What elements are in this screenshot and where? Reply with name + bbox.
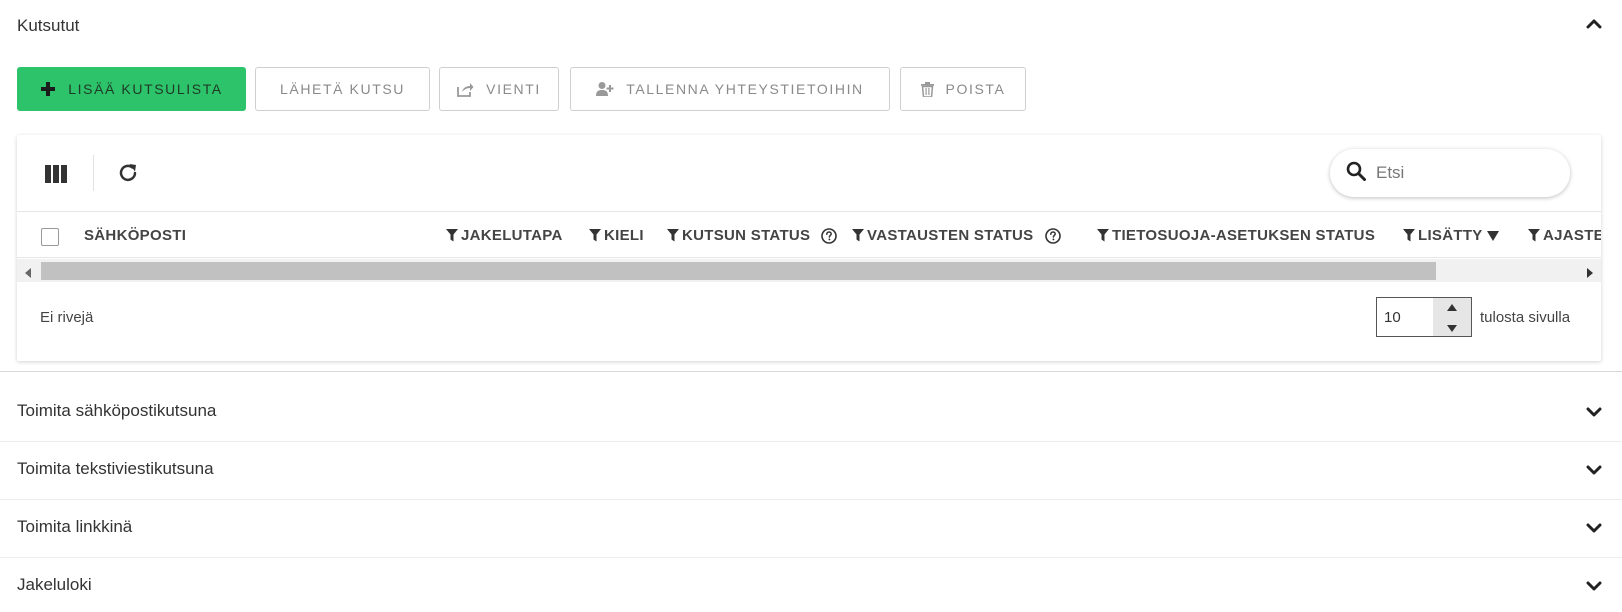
column-label: KUTSUN STATUS xyxy=(682,227,811,244)
column-label: SÄHKÖPOSTI xyxy=(84,227,187,244)
column-label: JAKELUTAPA xyxy=(461,227,563,244)
page-size-stepper[interactable] xyxy=(1376,297,1472,337)
invited-table-card: SÄHKÖPOSTI JAKELUTAPA KIELI KUTSUN STATU… xyxy=(17,135,1601,361)
section-title: Kutsutut xyxy=(17,16,80,35)
filter-icon[interactable] xyxy=(589,229,601,242)
send-invite-button[interactable]: LÄHETÄ KUTSU xyxy=(255,67,430,111)
search-input[interactable] xyxy=(1376,163,1556,183)
sort-desc-icon[interactable] xyxy=(1486,230,1499,241)
table-header: SÄHKÖPOSTI JAKELUTAPA KIELI KUTSUN STATU… xyxy=(17,211,1601,258)
filter-icon[interactable] xyxy=(1528,229,1540,242)
filter-icon[interactable] xyxy=(852,229,864,242)
filter-icon[interactable] xyxy=(1403,229,1415,242)
chevron-down-icon[interactable] xyxy=(1586,520,1602,536)
accordion-title: Jakeluloki xyxy=(17,575,92,594)
chevron-down-icon[interactable] xyxy=(1586,578,1602,594)
trash-icon xyxy=(920,81,934,97)
scroll-left-arrow-icon[interactable] xyxy=(25,265,31,283)
column-label: VASTAUSTEN STATUS xyxy=(867,227,1034,244)
invited-section: Kutsutut LISÄÄ KUTSULISTA LÄHETÄ KUTSU V… xyxy=(0,0,1622,372)
plus-icon xyxy=(40,81,56,97)
empty-rows-text: Ei rivejä xyxy=(40,309,94,326)
accordion-title: Toimita sähköpostikutsuna xyxy=(17,401,217,420)
chevron-down-icon[interactable] xyxy=(1586,462,1602,478)
column-privacy-status[interactable]: TIETOSUOJA-ASETUKSEN STATUS xyxy=(1097,212,1376,257)
page-size-input[interactable] xyxy=(1378,299,1434,335)
accordion-title: Toimita linkkinä xyxy=(17,517,133,536)
column-language[interactable]: KIELI xyxy=(589,212,644,257)
column-label: LISÄTTY xyxy=(1418,227,1483,244)
refresh-icon[interactable] xyxy=(117,162,139,189)
column-label: KIELI xyxy=(604,227,644,244)
scroll-right-arrow-icon[interactable] xyxy=(1587,265,1593,283)
accordion-title: Toimita tekstiviestikutsuna xyxy=(17,459,214,478)
page-size-spinner[interactable] xyxy=(1433,298,1471,336)
add-list-label: LISÄÄ KUTSULISTA xyxy=(68,81,223,97)
delete-button[interactable]: POISTA xyxy=(900,67,1026,111)
send-invite-label: LÄHETÄ KUTSU xyxy=(280,81,405,97)
export-button[interactable]: VIENTI xyxy=(439,67,559,111)
help-icon[interactable] xyxy=(1044,227,1061,244)
select-all-checkbox[interactable] xyxy=(41,228,59,246)
column-email[interactable]: SÄHKÖPOSTI xyxy=(84,212,187,257)
column-label: TIETOSUOJA-ASETUKSEN STATUS xyxy=(1112,227,1376,244)
filter-icon[interactable] xyxy=(667,229,679,242)
export-label: VIENTI xyxy=(486,81,541,97)
search-box[interactable] xyxy=(1330,149,1570,197)
search-icon xyxy=(1346,161,1366,186)
add-list-button[interactable]: LISÄÄ KUTSULISTA xyxy=(17,67,246,111)
toolbar-divider xyxy=(93,155,94,191)
delete-label: POISTA xyxy=(945,81,1006,97)
columns-icon[interactable] xyxy=(45,165,67,188)
chevron-up-icon[interactable] xyxy=(1586,16,1602,32)
help-icon[interactable] xyxy=(821,227,838,244)
chevron-down-icon[interactable] xyxy=(1586,404,1602,420)
save-contacts-button[interactable]: TALLENNA YHTEYSTIETOIHIN xyxy=(570,67,890,111)
save-contacts-label: TALLENNA YHTEYSTIETOIHIN xyxy=(626,81,864,97)
accordion-distribution-log[interactable]: Jakeluloki xyxy=(0,558,1622,612)
column-invite-status[interactable]: KUTSUN STATUS xyxy=(667,212,838,257)
column-distribution[interactable]: JAKELUTAPA xyxy=(446,212,563,257)
accordion-email-invite[interactable]: Toimita sähköpostikutsuna xyxy=(0,384,1622,442)
filter-icon[interactable] xyxy=(1097,229,1109,242)
column-added[interactable]: LISÄTTY xyxy=(1403,212,1499,257)
share-icon xyxy=(457,82,474,97)
column-scheduled[interactable]: AJASTETTU xyxy=(1528,212,1601,257)
accordion-sms-invite[interactable]: Toimita tekstiviestikutsuna xyxy=(0,442,1622,500)
scrollbar-thumb[interactable] xyxy=(41,262,1436,280)
per-page-label: tulosta sivulla xyxy=(1480,309,1571,326)
add-user-icon xyxy=(596,81,614,97)
horizontal-scrollbar[interactable] xyxy=(17,259,1601,282)
filter-icon[interactable] xyxy=(446,229,458,242)
column-response-status[interactable]: VASTAUSTEN STATUS xyxy=(852,212,1061,257)
column-label: AJASTETTU xyxy=(1543,227,1601,244)
decrement-arrow-icon[interactable] xyxy=(1447,319,1457,337)
accordion-link-invite[interactable]: Toimita linkkinä xyxy=(0,500,1622,558)
increment-arrow-icon[interactable] xyxy=(1447,298,1457,316)
